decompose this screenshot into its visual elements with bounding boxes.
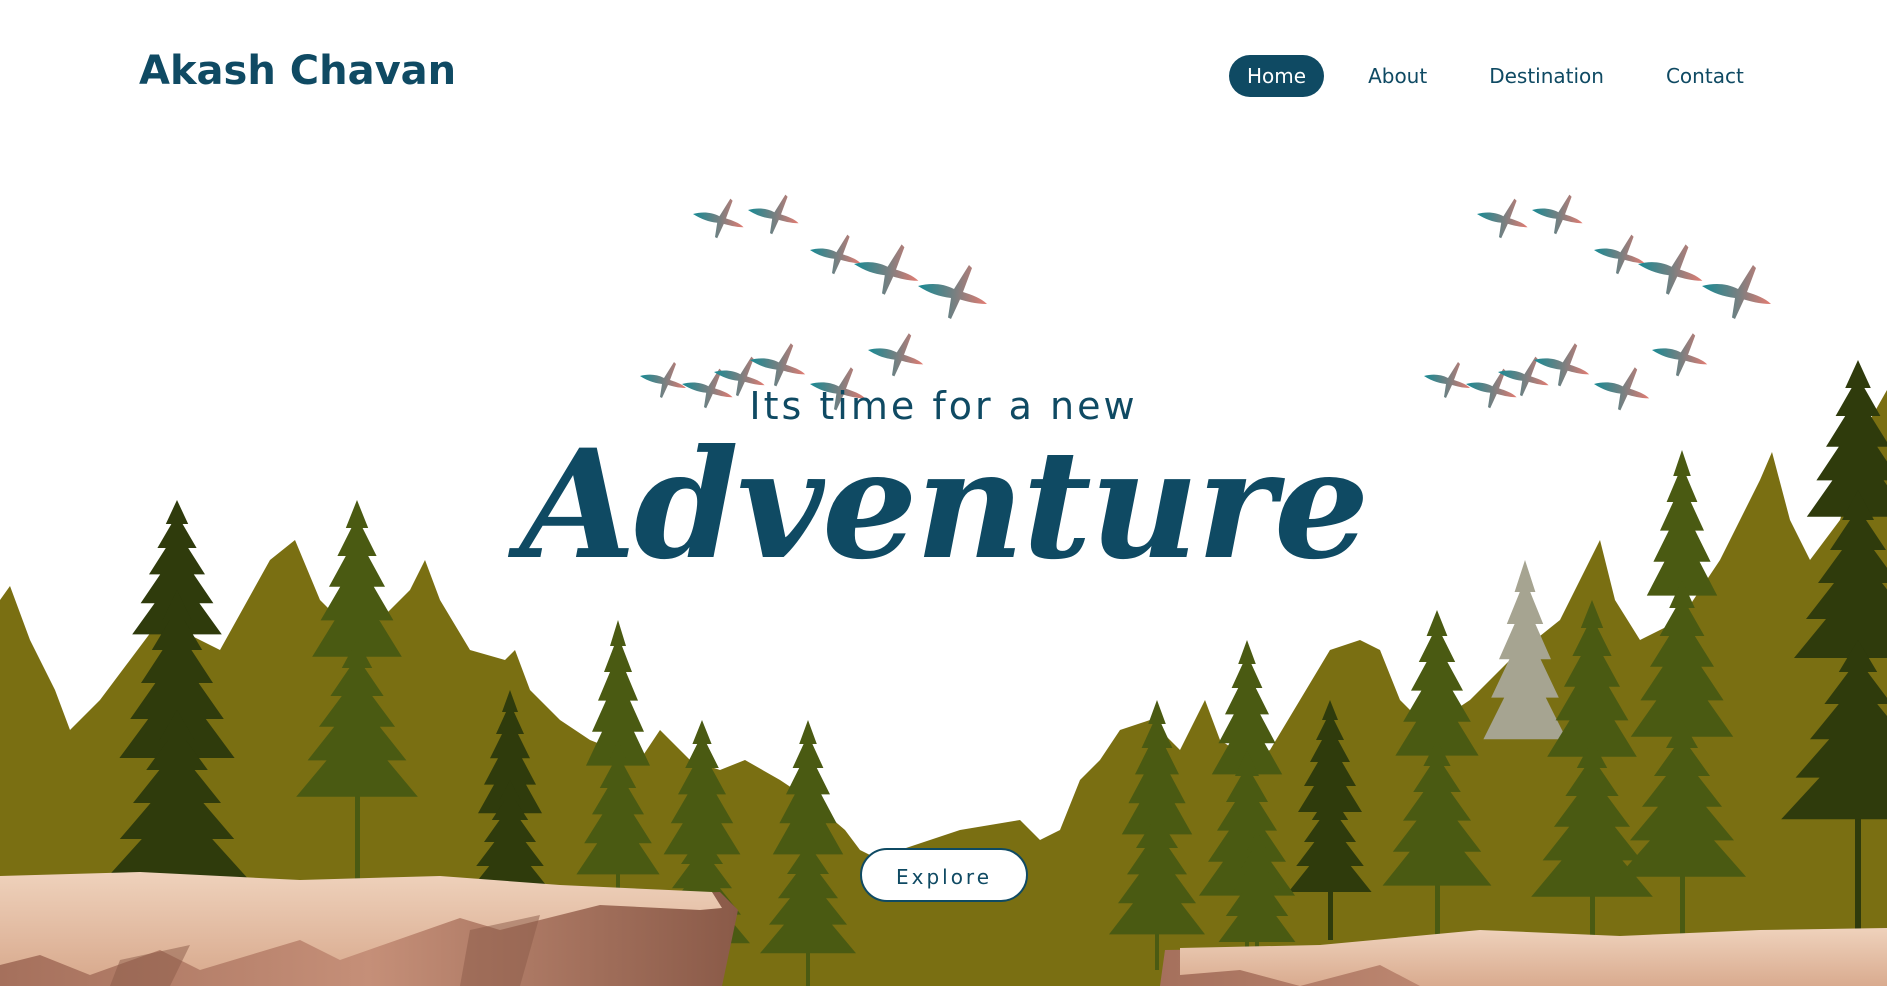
- nav-contact[interactable]: Contact: [1648, 55, 1762, 97]
- hero-headline: Adventure: [519, 417, 1370, 593]
- nav-destination[interactable]: Destination: [1471, 55, 1622, 97]
- nav-about[interactable]: About: [1350, 55, 1445, 97]
- left-cliff: [0, 872, 738, 986]
- explore-button[interactable]: Explore: [860, 848, 1028, 902]
- page: Akash Chavan Home About Destination Cont…: [0, 0, 1887, 986]
- bird-flock-icon: [640, 194, 987, 411]
- nav-home[interactable]: Home: [1229, 55, 1325, 97]
- brand-logo[interactable]: Akash Chavan: [139, 48, 456, 94]
- bird-flock-icon: [1424, 194, 1771, 411]
- main-nav: Home About Destination Contact: [1229, 54, 1762, 98]
- site-header: Akash Chavan Home About Destination Cont…: [0, 0, 1887, 150]
